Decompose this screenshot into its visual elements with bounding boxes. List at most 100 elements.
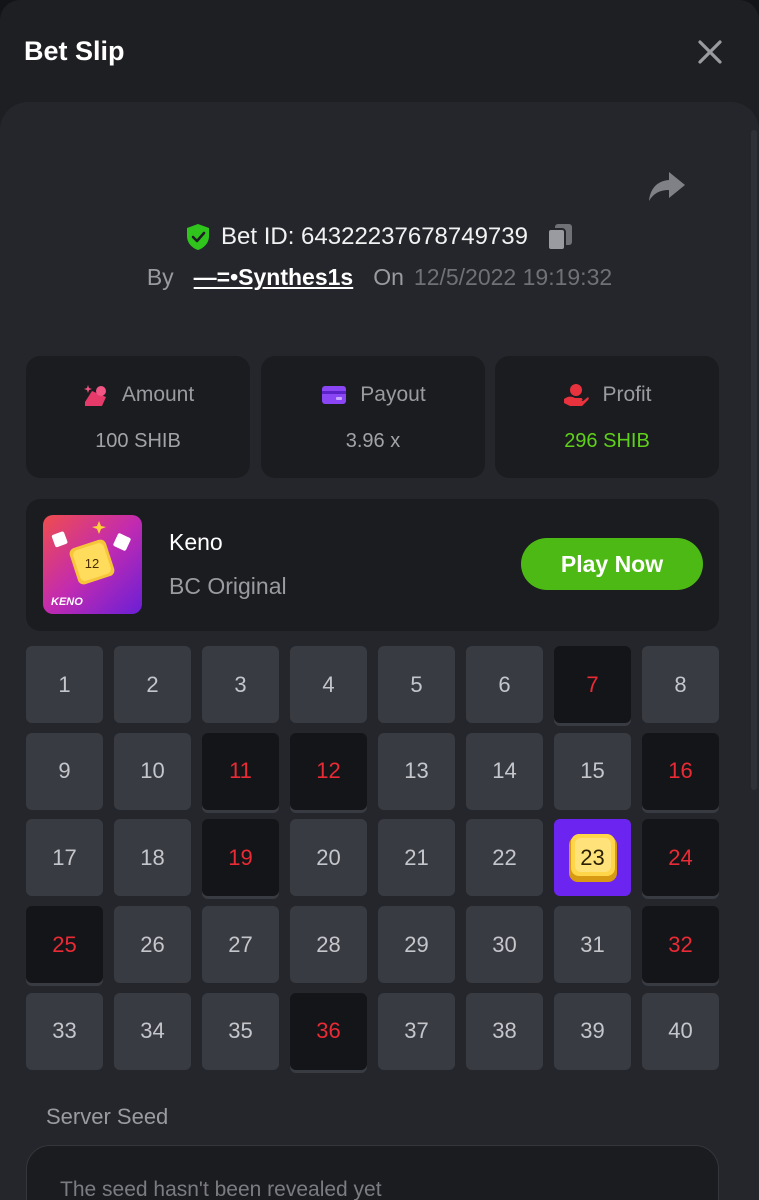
keno-cell-number: 19 (228, 844, 253, 870)
keno-cell-2[interactable]: 2 (114, 646, 191, 723)
keno-cell-number: 2 (146, 671, 159, 697)
stat-label: Profit (602, 383, 652, 406)
keno-cell-33[interactable]: 33 (26, 992, 103, 1070)
keno-cell-number: 17 (52, 844, 77, 870)
bet-meta-row: By —=•Synthes1s On 12/5/2022 19:19:32 (0, 264, 759, 291)
keno-cell-7[interactable]: 7 (554, 646, 631, 723)
keno-cell-23[interactable]: 23 (554, 819, 631, 897)
keno-cell-number: 25 (52, 931, 77, 957)
keno-cell-number: 28 (316, 931, 341, 957)
play-now-button[interactable]: Play Now (521, 538, 703, 590)
keno-cell-number: 4 (322, 671, 335, 697)
keno-cell-number: 7 (586, 671, 599, 697)
keno-cell-40[interactable]: 40 (642, 992, 719, 1070)
modal-title: Bet Slip (24, 36, 125, 66)
bet-id-row: Bet ID: 64322237678749739 (0, 222, 759, 256)
keno-cell-number: 11 (229, 758, 252, 784)
keno-cell-number: 6 (498, 671, 511, 697)
keno-cell-13[interactable]: 13 (378, 732, 455, 810)
verified-shield-icon (187, 224, 210, 250)
stat-card-amount: Amount 100 SHIB (26, 356, 250, 478)
keno-cell-21[interactable]: 21 (378, 819, 455, 897)
keno-cell-25[interactable]: 25 (26, 906, 103, 984)
hand-profit-icon (564, 384, 590, 406)
card-icon (322, 386, 347, 404)
thumbnail-die-number: 12 (85, 556, 99, 571)
keno-game-thumbnail[interactable]: 12 KENO (43, 515, 142, 614)
stat-value: 296 SHIB (564, 430, 650, 452)
keno-cell-17[interactable]: 17 (26, 819, 103, 897)
keno-cell-20[interactable]: 20 (290, 819, 367, 897)
keno-cell-30[interactable]: 30 (466, 906, 543, 984)
keno-cell-11[interactable]: 11 (202, 732, 279, 810)
keno-cell-14[interactable]: 14 (466, 732, 543, 810)
username-link[interactable]: —=•Synthes1s (194, 264, 354, 291)
keno-cell-16[interactable]: 16 (642, 732, 719, 810)
keno-cell-22[interactable]: 22 (466, 819, 543, 897)
keno-cell-28[interactable]: 28 (290, 906, 367, 984)
bet-id: Bet ID: 64322237678749739 (221, 223, 528, 250)
keno-cell-number: 18 (140, 844, 165, 870)
share-icon[interactable] (647, 168, 687, 204)
stat-label: Amount (121, 383, 195, 406)
keno-cell-29[interactable]: 29 (378, 906, 455, 984)
keno-cell-34[interactable]: 34 (114, 992, 191, 1070)
keno-cell-31[interactable]: 31 (554, 906, 631, 984)
keno-cell-number: 3 (234, 671, 247, 697)
keno-cell-36[interactable]: 36 (290, 992, 367, 1070)
thumbnail-keno-label: KENO (51, 596, 83, 608)
keno-cell-37[interactable]: 37 (378, 992, 455, 1070)
keno-cell-number: 20 (316, 844, 341, 870)
by-label: By (146, 264, 174, 290)
keno-cell-19[interactable]: 19 (202, 819, 279, 897)
keno-cell-3[interactable]: 3 (202, 646, 279, 723)
stat-card-profit: Profit 296 SHIB (495, 356, 719, 478)
keno-cell-number: 5 (410, 671, 423, 697)
keno-cell-number: 40 (668, 1018, 693, 1044)
keno-cell-number: 1 (58, 671, 71, 697)
keno-cell-1[interactable]: 1 (26, 646, 103, 723)
keno-cell-number: 33 (52, 1018, 77, 1044)
keno-cell-number: 21 (404, 844, 429, 870)
keno-cell-number: 37 (404, 1018, 429, 1044)
keno-cell-24[interactable]: 24 (642, 819, 719, 897)
close-icon[interactable] (692, 34, 728, 70)
keno-cell-number: 22 (492, 844, 517, 870)
keno-cell-38[interactable]: 38 (466, 992, 543, 1070)
stat-label: Payout (360, 383, 426, 406)
keno-cell-26[interactable]: 26 (114, 906, 191, 984)
game-name: Keno (169, 529, 223, 555)
keno-cell-number: 38 (492, 1018, 517, 1044)
keno-cell-39[interactable]: 39 (554, 992, 631, 1070)
keno-cell-number: 29 (404, 931, 429, 957)
keno-cell-5[interactable]: 5 (378, 646, 455, 723)
coins-icon (83, 385, 106, 406)
server-seed-text: The seed hasn't been revealed yet (60, 1178, 382, 1200)
keno-cell-18[interactable]: 18 (114, 819, 191, 897)
hit-gem-icon: 23 (563, 828, 623, 888)
keno-cell-number: 32 (668, 931, 693, 957)
keno-cell-number: 36 (316, 1018, 341, 1044)
keno-cell-6[interactable]: 6 (466, 646, 543, 723)
keno-cell-number: 34 (140, 1018, 165, 1044)
keno-cell-12[interactable]: 12 (290, 732, 367, 810)
keno-cell-35[interactable]: 35 (202, 992, 279, 1070)
keno-cell-15[interactable]: 15 (554, 732, 631, 810)
keno-cell-10[interactable]: 10 (114, 732, 191, 810)
keno-cell-number: 14 (492, 758, 517, 784)
keno-cell-27[interactable]: 27 (202, 906, 279, 984)
keno-cell-9[interactable]: 9 (26, 732, 103, 810)
keno-cell-32[interactable]: 32 (642, 906, 719, 984)
keno-cell-8[interactable]: 8 (642, 646, 719, 723)
keno-cell-number: 26 (140, 931, 165, 957)
server-seed-label: Server Seed (46, 1104, 169, 1129)
stat-value: 3.96 x (345, 430, 401, 452)
keno-cell-number: 31 (580, 931, 605, 957)
keno-cell-number: 24 (668, 844, 693, 870)
copy-icon[interactable] (546, 222, 574, 252)
keno-cell-number: 30 (492, 931, 517, 957)
keno-cell-number: 23 (580, 844, 605, 870)
keno-cell-number: 13 (404, 758, 429, 784)
keno-cell-number: 35 (228, 1018, 253, 1044)
keno-cell-4[interactable]: 4 (290, 646, 367, 723)
